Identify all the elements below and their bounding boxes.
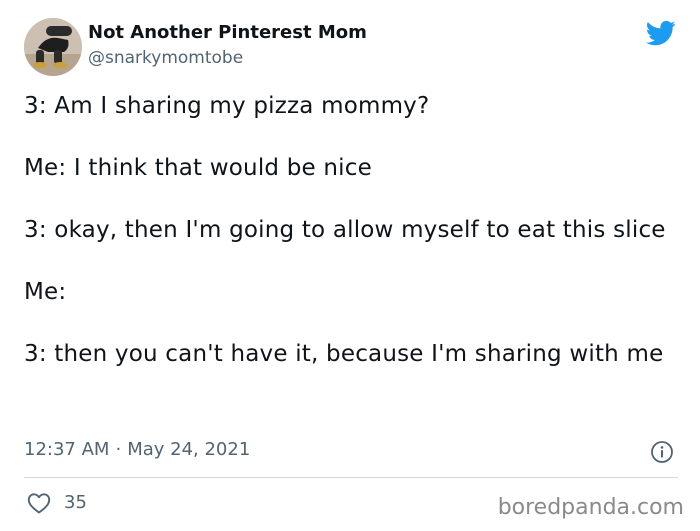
- divider: [24, 477, 678, 478]
- like-count: 35: [64, 492, 87, 513]
- watermark: boredpanda.com: [497, 495, 684, 520]
- tweet-text: 3: Am I sharing my pizza mommy? Me: I th…: [24, 91, 674, 401]
- author-name[interactable]: Not Another Pinterest Mom: [88, 22, 367, 44]
- timestamp-separator: ·: [115, 439, 122, 460]
- tweet-timestamp[interactable]: 12:37 AM · May 24, 2021: [24, 439, 250, 461]
- avatar-image: [24, 18, 82, 76]
- tweet-time: 12:37 AM: [24, 439, 110, 460]
- tweet-paragraph: 3: okay, then I'm going to allow myself …: [24, 217, 666, 243]
- heart-icon[interactable]: [27, 492, 51, 514]
- tweet-date: May 24, 2021: [127, 439, 251, 460]
- tweet-paragraph: 3: then you can't have it, because I'm s…: [24, 341, 664, 367]
- avatar[interactable]: [24, 18, 82, 76]
- info-icon[interactable]: [650, 440, 674, 464]
- author-handle[interactable]: @snarkymomtobe: [88, 48, 243, 69]
- tweet-paragraph: Me: I think that would be nice: [24, 155, 372, 181]
- twitter-bird-icon[interactable]: [644, 18, 678, 48]
- tweet-paragraph: 3: Am I sharing my pizza mommy?: [24, 93, 430, 119]
- tweet-card: Not Another Pinterest Mom @snarkymomtobe…: [0, 0, 700, 531]
- tweet-paragraph: Me:: [24, 279, 67, 305]
